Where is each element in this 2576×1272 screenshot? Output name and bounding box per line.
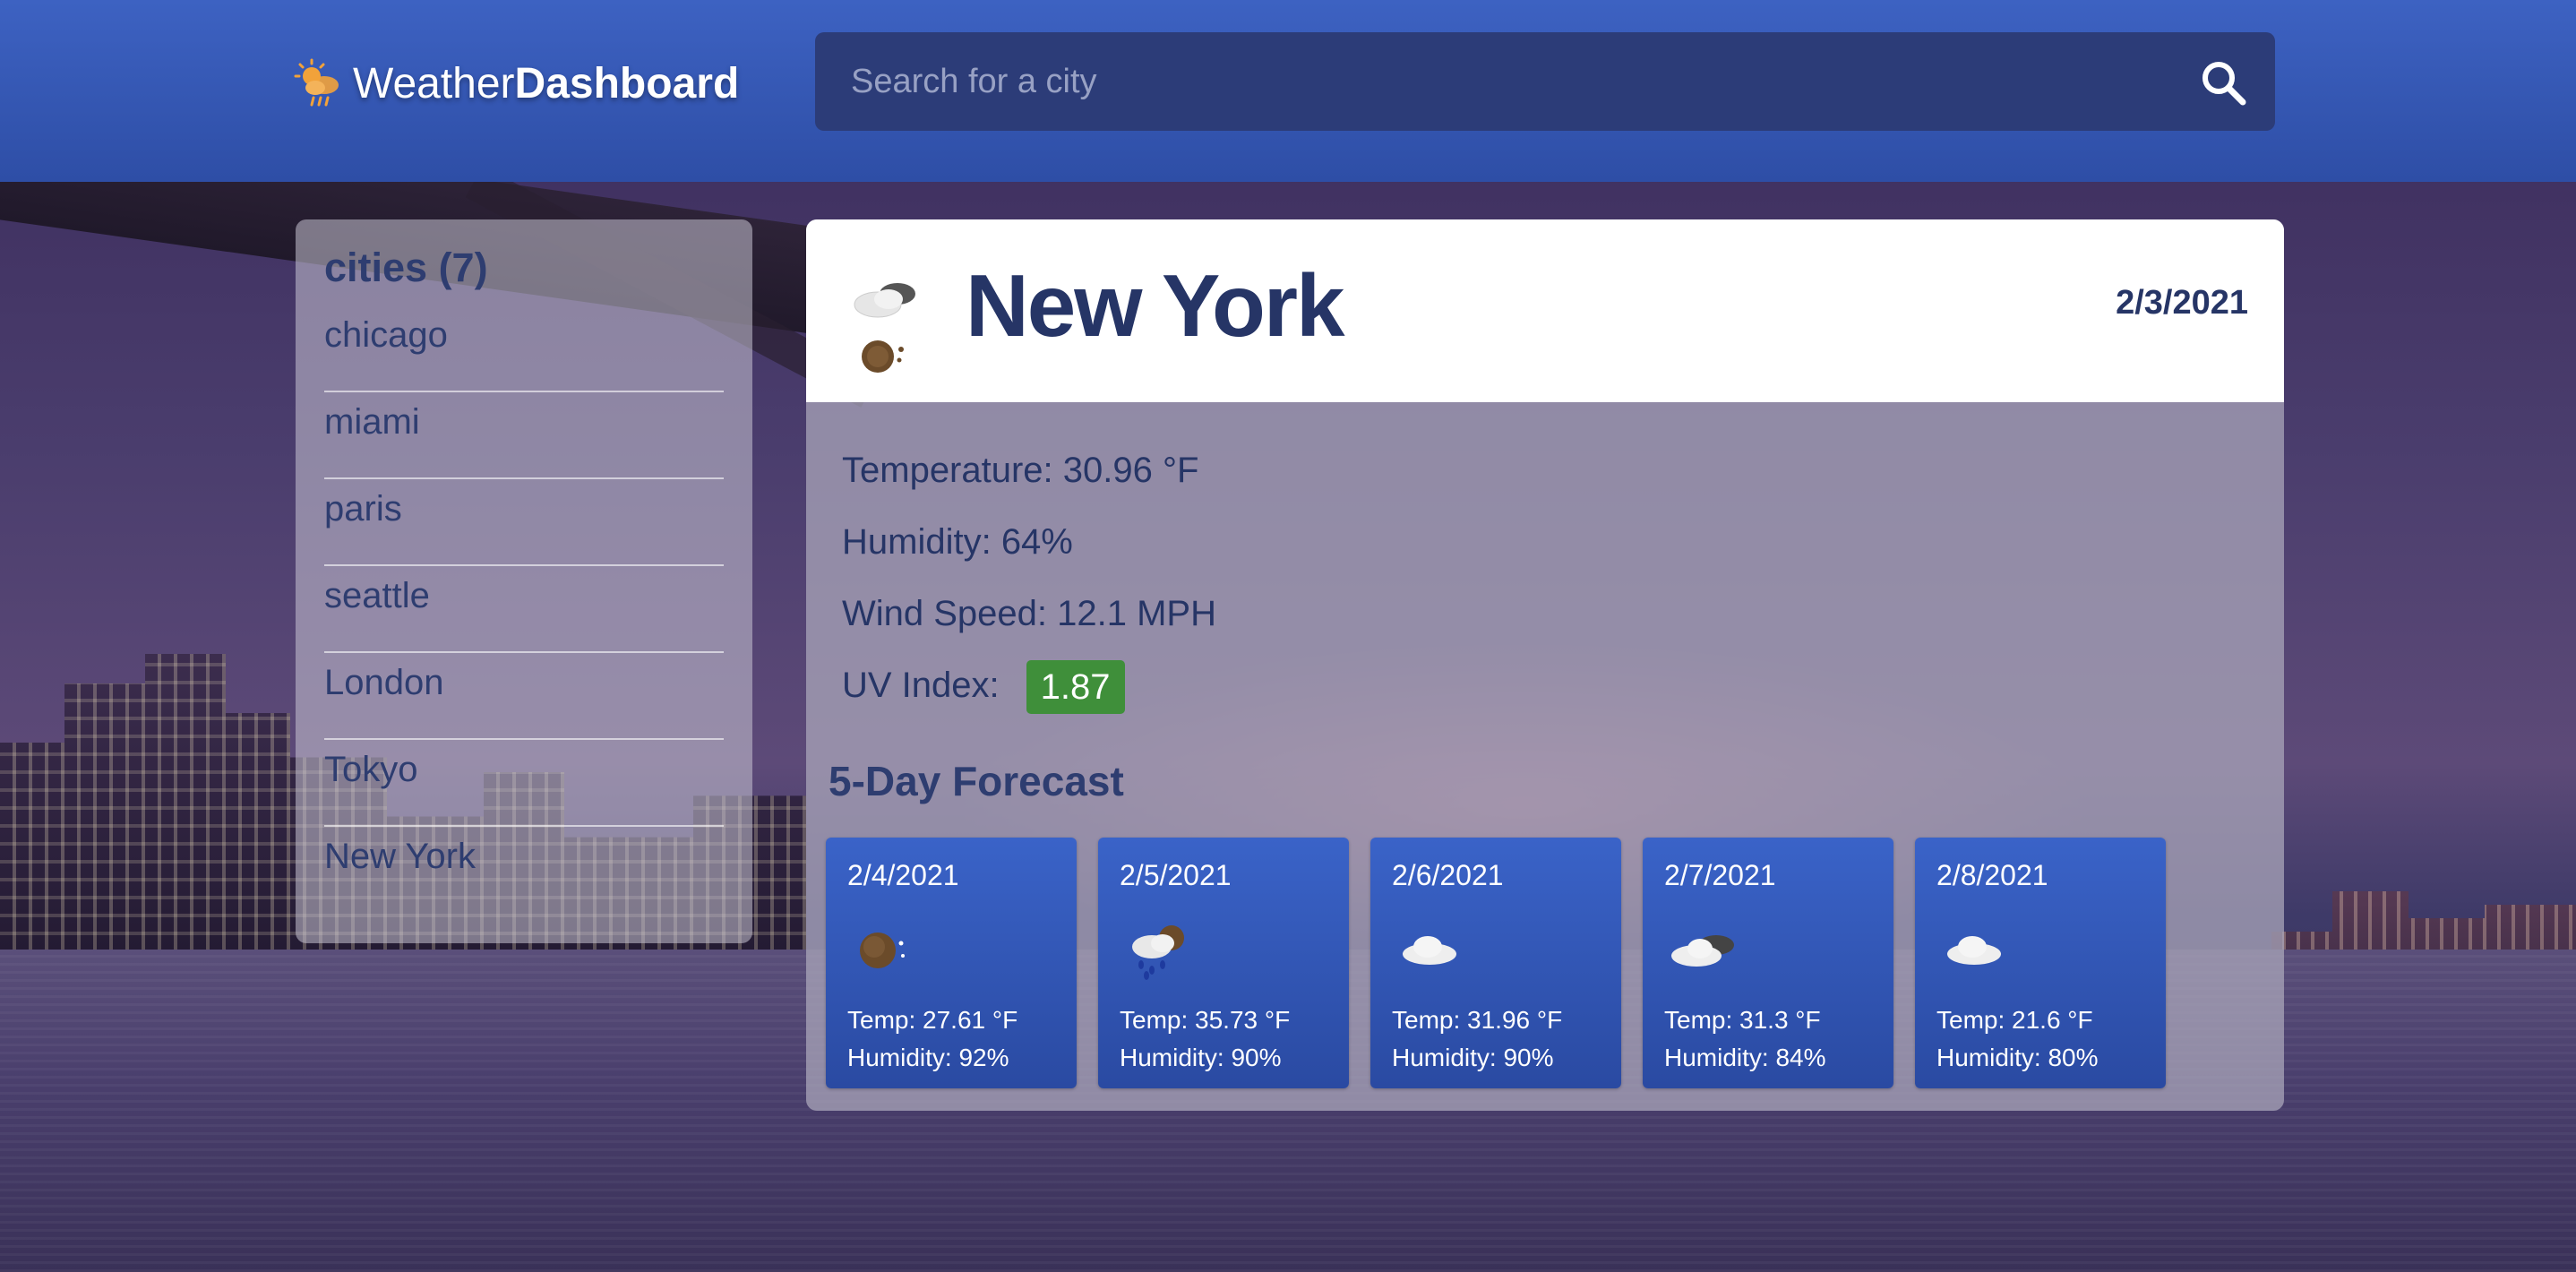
brand-logo: Weather Dashboard xyxy=(294,52,739,115)
city-item-miami[interactable]: miami xyxy=(324,392,724,479)
cities-title: cities (7) xyxy=(324,245,488,290)
forecast-card: 2/4/2021 Temp: 27.61 °F Humidity: 92% xyxy=(826,838,1077,1088)
weather-panel: New York 2/3/2021 Temperature: 30.96 °F … xyxy=(806,219,2284,1111)
forecast-card: 2/8/2021 Temp: 21.6 °F Humidity: 80% xyxy=(1915,838,2166,1088)
forecast-temp: Temp: 27.61 °F xyxy=(847,1006,1018,1034)
uv-index-row: UV Index: 1.87 xyxy=(842,649,1216,721)
cities-sidebar: cities (7) chicago miami paris seattle L… xyxy=(296,219,752,943)
city-item-tokyo[interactable]: Tokyo xyxy=(324,740,724,827)
cloudy-night-icon xyxy=(854,283,915,373)
temperature-text: Temperature: 30.96 °F xyxy=(842,451,1199,490)
sun-cloud-rain-icon xyxy=(294,58,339,107)
forecast-humidity: Humidity: 84% xyxy=(1664,1044,1826,1071)
forecast-row: 2/4/2021 Temp: 27.61 °F Humidity: 92% 2/… xyxy=(826,838,2166,1088)
forecast-card: 2/5/2021 Temp: 35.73 °F Humidity: 90% xyxy=(1098,838,1349,1088)
brand-bold-text: Dashboard xyxy=(514,59,740,107)
rain-night-icon xyxy=(1132,925,1184,980)
wind-speed-text: Wind Speed: 12.1 MPH xyxy=(842,594,1216,633)
search-icon[interactable] xyxy=(2198,57,2248,107)
forecast-date: 2/8/2021 xyxy=(1936,859,2048,891)
current-city-name: New York xyxy=(966,256,1345,355)
forecast-humidity: Humidity: 90% xyxy=(1120,1044,1282,1071)
brand-light-text: Weather xyxy=(353,59,515,107)
city-item-london[interactable]: London xyxy=(324,653,724,740)
current-weather-header: New York 2/3/2021 xyxy=(806,219,2284,402)
search-input[interactable] xyxy=(815,32,2105,131)
forecast-date: 2/6/2021 xyxy=(1392,859,1504,891)
broken-clouds-icon xyxy=(1671,935,1734,967)
clear-night-icon xyxy=(860,933,905,968)
uv-index-label: UV Index: xyxy=(842,666,1000,705)
forecast-date: 2/7/2021 xyxy=(1664,859,1776,891)
city-item-seattle[interactable]: seattle xyxy=(324,566,724,653)
forecast-date: 2/4/2021 xyxy=(847,859,959,891)
forecast-title: 5-Day Forecast xyxy=(829,758,1124,804)
cloud-icon xyxy=(1947,936,2001,965)
uv-index-badge: 1.87 xyxy=(1026,660,1125,715)
forecast-humidity: Humidity: 80% xyxy=(1936,1044,2099,1071)
forecast-date: 2/5/2021 xyxy=(1120,859,1232,891)
forecast-temp: Temp: 21.6 °F xyxy=(1936,1006,2093,1034)
top-bar: Weather Dashboard xyxy=(0,0,2576,182)
forecast-humidity: Humidity: 90% xyxy=(1392,1044,1554,1071)
forecast-temp: Temp: 35.73 °F xyxy=(1120,1006,1291,1034)
forecast-humidity: Humidity: 92% xyxy=(847,1044,1009,1071)
city-item-new-york[interactable]: New York xyxy=(324,827,724,912)
forecast-temp: Temp: 31.96 °F xyxy=(1392,1006,1563,1034)
current-date: 2/3/2021 xyxy=(2116,284,2248,322)
humidity-text: Humidity: 64% xyxy=(842,522,1073,562)
city-item-chicago[interactable]: chicago xyxy=(324,305,724,392)
forecast-temp: Temp: 31.3 °F xyxy=(1664,1006,1821,1034)
forecast-card: 2/7/2021 Temp: 31.3 °F Humidity: 84% xyxy=(1643,838,1893,1088)
cloud-icon xyxy=(1403,936,1456,965)
forecast-card: 2/6/2021 Temp: 31.96 °F Humidity: 90% xyxy=(1370,838,1621,1088)
search-bar xyxy=(815,32,2275,131)
current-details: Temperature: 30.96 °F Humidity: 64% Wind… xyxy=(842,434,1216,721)
city-item-paris[interactable]: paris xyxy=(324,479,724,566)
